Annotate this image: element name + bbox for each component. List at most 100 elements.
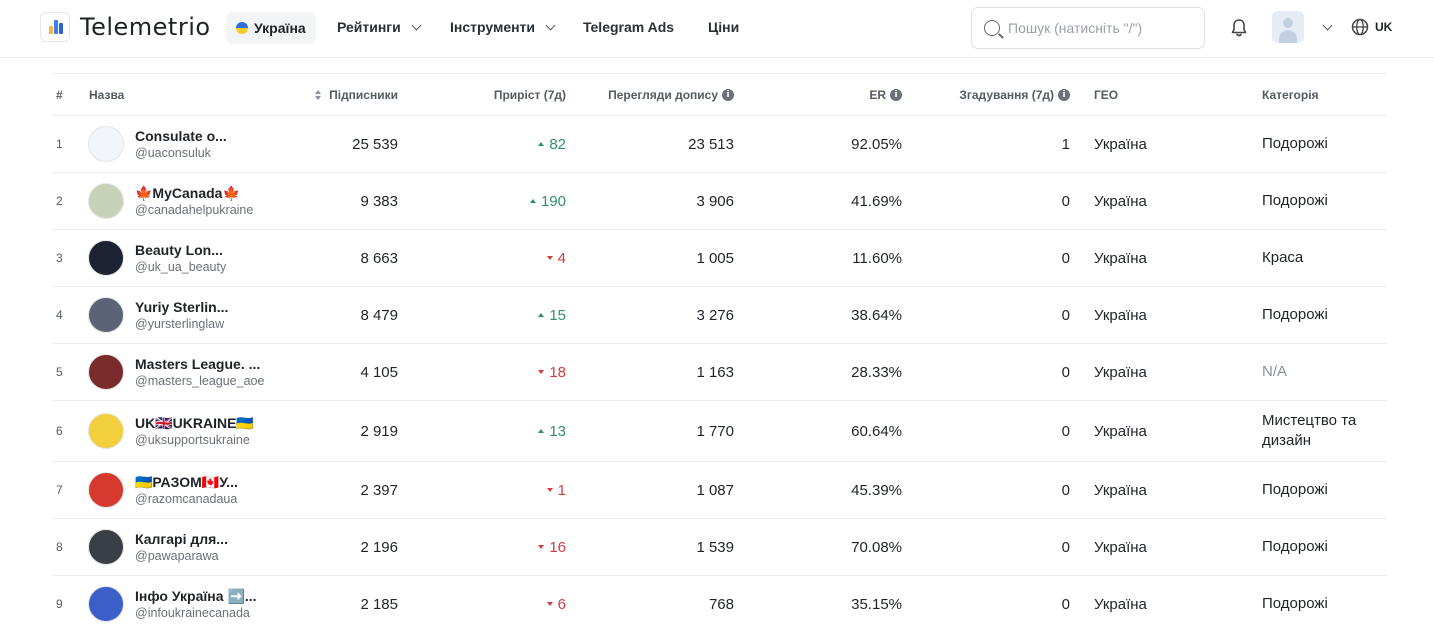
channel-avatar[interactable] xyxy=(88,126,124,162)
channel-avatar[interactable] xyxy=(88,354,124,390)
table-row[interactable]: 2 🍁MyCanada🍁 @canadahelpukraine 9 383 190 3 9… xyxy=(52,173,1387,230)
channel-title[interactable]: Інфо Україна ➡️... xyxy=(135,587,257,605)
channel-avatar[interactable] xyxy=(88,472,124,508)
country-label: Україна xyxy=(254,20,306,36)
table-row[interactable]: 1 Consulate o... @uaconsuluk 25 539 82 23 513… xyxy=(52,116,1387,173)
col-growth-header[interactable]: Приріст (7д) xyxy=(494,88,566,102)
info-icon[interactable]: i xyxy=(890,89,902,101)
info-icon[interactable]: i xyxy=(722,89,734,101)
channel-title[interactable]: Yuriy Sterlin... xyxy=(135,298,228,316)
logo[interactable]: Telemetrio xyxy=(40,12,211,42)
table-row[interactable]: 7 🇺🇦РАЗОМ🇨🇦У... @razomcanadaua 2 397 1 1 087 4… xyxy=(52,462,1387,519)
mentions-value: 0 xyxy=(1061,306,1070,324)
growth-down-arrow-icon xyxy=(538,545,545,549)
info-icon[interactable]: i xyxy=(1058,89,1070,101)
geo-value: Україна xyxy=(1094,306,1147,324)
mentions-value: 0 xyxy=(1061,192,1070,210)
table-row[interactable]: 4 Yuriy Sterlin... @yursterlinglaw 8 479 15 3… xyxy=(52,287,1387,344)
growth-value: 18 xyxy=(549,363,566,381)
channel-name-cell[interactable]: UK🇬🇧UKRAINE🇺🇦 @uksupportsukraine xyxy=(135,401,305,461)
channel-name-cell[interactable]: Інфо Україна ➡️... @infoukrainecanada xyxy=(135,576,305,631)
nav-ratings-label: Рейтинги xyxy=(337,19,401,35)
channel-name-cell[interactable]: Beauty Lon... @uk_ua_beauty xyxy=(135,230,305,286)
growth-value: 82 xyxy=(549,135,566,153)
language-selector[interactable]: UK xyxy=(1351,18,1392,36)
channel-avatar[interactable] xyxy=(88,586,124,622)
geo-value: Україна xyxy=(1094,192,1147,210)
mentions-value: 0 xyxy=(1061,422,1070,440)
category-value: N/A xyxy=(1262,363,1288,380)
table-row[interactable]: 5 Masters League. ... @masters_league_aoe 4… xyxy=(52,344,1387,401)
views-value: 1 087 xyxy=(696,481,734,499)
category-value: Подорожі xyxy=(1262,135,1328,152)
nav-telegram-ads[interactable]: Telegram Ads xyxy=(583,0,674,54)
table-row[interactable]: 6 UK🇬🇧UKRAINE🇺🇦 @uksupportsukraine 2 919 13 1… xyxy=(52,401,1387,462)
subscribers-value: 8 663 xyxy=(360,249,398,267)
notifications-bell-icon[interactable] xyxy=(1230,18,1248,38)
channel-avatar[interactable] xyxy=(88,297,124,333)
views-value: 3 906 xyxy=(696,192,734,210)
row-rank: 1 xyxy=(56,137,63,151)
mentions-value: 0 xyxy=(1061,538,1070,556)
channel-title[interactable]: Beauty Lon... xyxy=(135,241,223,259)
col-er-header[interactable]: ER i xyxy=(869,88,902,102)
channel-avatar[interactable] xyxy=(88,183,124,219)
channel-name-cell[interactable]: Consulate o... @uaconsuluk xyxy=(135,116,305,172)
table-row[interactable]: 3 Beauty Lon... @uk_ua_beauty 8 663 4 1 005 11… xyxy=(52,230,1387,287)
growth-down-arrow-icon xyxy=(546,256,553,260)
chevron-down-icon xyxy=(545,20,556,30)
channel-avatar[interactable] xyxy=(88,413,124,449)
col-category-header: Категорія xyxy=(1262,88,1319,102)
channel-name-cell[interactable]: Калгарі для... @pawaparawa xyxy=(135,519,305,575)
geo-value: Україна xyxy=(1094,481,1147,499)
channel-title[interactable]: 🇺🇦РАЗОМ🇨🇦У... xyxy=(135,473,238,491)
growth-cell: 190 xyxy=(529,173,566,229)
col-subscribers-header[interactable]: Підписники xyxy=(315,88,398,102)
er-value: 35.15% xyxy=(851,595,902,613)
subscribers-value: 4 105 xyxy=(360,363,398,381)
country-selector[interactable]: Україна xyxy=(226,12,316,44)
channel-handle: @uk_ua_beauty xyxy=(135,259,227,274)
col-name-header[interactable]: Назва xyxy=(89,88,124,102)
channel-name-cell[interactable]: 🇺🇦РАЗОМ🇨🇦У... @razomcanadaua xyxy=(135,462,305,518)
nav-ratings[interactable]: Рейтинги xyxy=(337,0,422,54)
user-menu[interactable] xyxy=(1272,11,1333,43)
growth-up-arrow-icon xyxy=(538,313,545,317)
search-input[interactable] xyxy=(1008,20,1198,36)
channel-title[interactable]: Калгарі для... xyxy=(135,530,228,548)
channel-avatar[interactable] xyxy=(88,240,124,276)
growth-cell: 6 xyxy=(546,576,566,631)
table-row[interactable]: 9 Інфо Україна ➡️... @infoukrainecanada 2 1… xyxy=(52,576,1387,631)
row-rank: 8 xyxy=(56,540,63,554)
channel-title[interactable]: UK🇬🇧UKRAINE🇺🇦 xyxy=(135,414,254,432)
views-value: 1 539 xyxy=(696,538,734,556)
channel-avatar[interactable] xyxy=(88,529,124,565)
channel-title[interactable]: 🍁MyCanada🍁 xyxy=(135,184,240,202)
growth-cell: 18 xyxy=(538,344,566,400)
channel-name-cell[interactable]: Masters League. ... @masters_league_aoe xyxy=(135,344,305,400)
views-value: 1 770 xyxy=(696,422,734,440)
col-views-header[interactable]: Перегляди допису i xyxy=(608,88,734,102)
growth-cell: 15 xyxy=(538,287,566,343)
er-value: 11.60% xyxy=(852,249,902,267)
table-body: 1 Consulate o... @uaconsuluk 25 539 82 23 513… xyxy=(52,116,1387,631)
channel-name-cell[interactable]: Yuriy Sterlin... @yursterlinglaw xyxy=(135,287,305,343)
nav-pricing[interactable]: Ціни xyxy=(708,0,739,54)
col-mentions-header[interactable]: Згадування (7д) i xyxy=(959,88,1070,102)
nav-tools[interactable]: Інструменти xyxy=(450,0,556,54)
table-row[interactable]: 8 Калгарі для... @pawaparawa 2 196 16 1 539 70… xyxy=(52,519,1387,576)
channel-name-cell[interactable]: 🍁MyCanada🍁 @canadahelpukraine xyxy=(135,173,305,229)
subscribers-value: 2 397 xyxy=(360,481,398,499)
row-rank: 7 xyxy=(56,483,63,497)
growth-up-arrow-icon xyxy=(538,429,545,433)
category-value: Подорожі xyxy=(1262,306,1328,323)
mentions-value: 0 xyxy=(1061,481,1070,499)
channel-title[interactable]: Consulate o... xyxy=(135,127,227,145)
search-box[interactable] xyxy=(971,7,1205,49)
growth-down-arrow-icon xyxy=(538,370,545,374)
channel-title[interactable]: Masters League. ... xyxy=(135,355,260,373)
growth-cell: 4 xyxy=(546,230,566,286)
growth-cell: 13 xyxy=(538,401,566,461)
views-value: 23 513 xyxy=(688,135,734,153)
mentions-value: 0 xyxy=(1061,595,1070,613)
